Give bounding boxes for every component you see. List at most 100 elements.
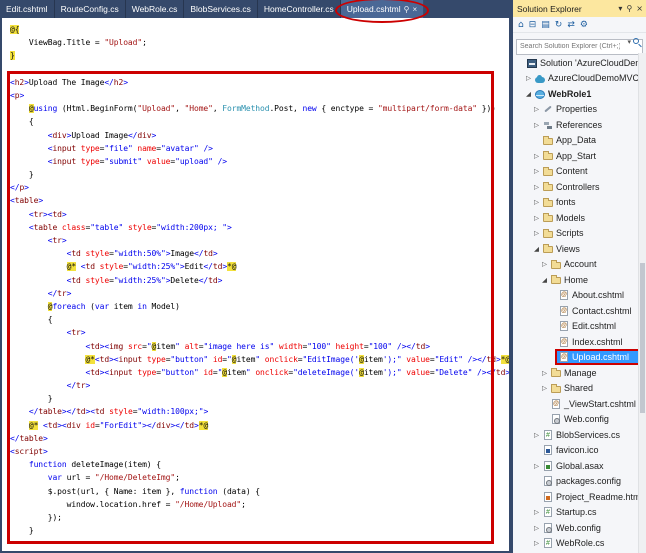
chevron-collapsed-icon[interactable]: ▷ [532,431,541,439]
chevron-collapsed-icon[interactable]: ▷ [532,462,541,470]
collapse-all-icon[interactable]: ⊟ [529,20,537,30]
chevron-collapsed-icon[interactable]: ▷ [532,539,541,547]
tree-item-manage[interactable]: ▷ Manage [513,365,638,381]
code-line: } [10,51,15,61]
pin-icon[interactable]: ⚲ [626,4,632,13]
code-line: } [10,394,53,404]
properties-gear-icon[interactable]: ⚙ [580,20,588,30]
tree-item-properties[interactable]: ▷ Properties [513,102,638,118]
scrollbar[interactable] [638,53,646,553]
tree-item-about-cshtml[interactable]: About.cshtml [513,288,638,304]
tab-homecontroller-cs[interactable]: HomeController.cs [258,0,341,18]
ico-file-icon [544,445,552,456]
chevron-collapsed-icon[interactable]: ▷ [532,167,541,175]
chevron-expanded-icon[interactable]: ◢ [524,90,533,98]
solution-explorer-panel: Solution Explorer ▾ ⚲ × ⌂ ⊟ ▤ ↻ ⇄ ⚙ ▾ Solutio… [513,0,646,553]
code-line: } [10,526,34,536]
chevron-collapsed-icon[interactable]: ▷ [532,508,541,516]
code-line: <td><img src="@item" alt="image here is"… [85,341,430,351]
tree-item-models[interactable]: ▷ Models [513,210,638,226]
code-line: @*<td><input type="button" id="@item" on… [10,353,509,366]
code-editor[interactable]: @{ ViewBag.Title = "Upload";} <h2>Upload… [2,18,509,551]
tree-item-account[interactable]: ▷ Account [513,257,638,273]
chevron-collapsed-icon[interactable]: ▷ [532,152,541,160]
chevron-collapsed-icon[interactable]: ▷ [540,384,549,392]
tree-item-app-data[interactable]: App_Data [513,133,638,149]
tree-item-index-cshtml[interactable]: Index.cshtml [513,334,638,350]
tab-label: RouteConfig.cs [60,4,119,14]
chevron-expanded-icon[interactable]: ◢ [540,276,549,284]
folder-icon [543,197,553,207]
tree-item-contact-cshtml[interactable]: Contact.cshtml [513,303,638,319]
chevron-collapsed-icon[interactable]: ▷ [532,105,541,113]
code-line: function deleteImage(item) { [28,460,161,470]
tree-item-scripts[interactable]: ▷ Scripts [513,226,638,242]
tree-item-solution-azureclouddemomvc-2[interactable]: Solution 'AzureCloudDemoMVC' (2 [513,55,638,71]
scrollbar-thumb[interactable] [640,263,645,413]
tree-item-web-config[interactable]: ▷ Web.config [513,520,638,536]
folder-icon [543,213,553,223]
tree-item-references[interactable]: ▷ References [513,117,638,133]
tree-item-fonts[interactable]: ▷ fonts [513,195,638,211]
tab-edit-cshtml[interactable]: Edit.cshtml [0,0,55,18]
chevron-collapsed-icon[interactable]: ▷ [524,74,533,82]
tree-item-startup-cs[interactable]: ▷ Startup.cs [513,505,638,521]
sync-with-active-document-icon[interactable]: ⇄ [567,20,575,30]
window-position-dropdown-icon[interactable]: ▾ [618,4,622,13]
search-dropdown-icon[interactable]: ▾ [627,38,631,46]
tree-item-favicon-ico[interactable]: favicon.ico [513,443,638,459]
home-icon[interactable]: ⌂ [518,20,524,30]
chevron-expanded-icon[interactable]: ◢ [532,245,541,253]
code-line: <input type="file" name="avatar" /> [47,143,213,153]
tree-item-webrole-cs[interactable]: ▷ WebRole.cs [513,536,638,552]
pin-icon[interactable]: ⚲ [404,5,410,14]
refresh-icon[interactable]: ↻ [555,20,563,30]
chevron-collapsed-icon[interactable]: ▷ [532,183,541,191]
tree-item-blobservices-cs[interactable]: ▷ BlobServices.cs [513,427,638,443]
tree-item-shared[interactable]: ▷ Shared [513,381,638,397]
tree-item-label: Home [564,274,589,285]
tree-item-home[interactable]: ◢ Home [513,272,638,288]
tab-label: BlobServices.cs [190,4,251,14]
tree-item-app-start[interactable]: ▷ App_Start [513,148,638,164]
tree-item-upload-cshtml[interactable]: Upload.cshtml [513,350,638,366]
tree-item-webrole1[interactable]: ◢ WebRole1 [513,86,638,102]
tree-item-label: WebRole.cs [556,538,605,549]
tab-routeconfig-cs[interactable]: RouteConfig.cs [55,0,126,18]
tree-item-controllers[interactable]: ▷ Controllers [513,179,638,195]
chevron-collapsed-icon[interactable]: ▷ [532,214,541,222]
tree-item-label: Shared [564,383,594,394]
tree-item-project-readme-html[interactable]: Project_Readme.html [513,489,638,505]
tab-upload-cshtml[interactable]: Upload.cshtml ⚲ × [334,0,430,23]
chevron-collapsed-icon[interactable]: ▷ [540,260,549,268]
folder-icon [543,135,553,145]
config-file-icon [552,414,560,425]
close-icon[interactable]: × [636,4,643,13]
razor-file-icon [560,305,568,316]
tree-item-views[interactable]: ◢ Views [513,241,638,257]
tree-item-label: Web.config [556,522,601,533]
chevron-collapsed-icon[interactable]: ▷ [532,229,541,237]
tree-item-label: Account [564,259,597,270]
references-icon [543,120,553,130]
code-line: <td style="width:50%">Image</td> [66,249,218,259]
tree-item-web-config[interactable]: Web.config [513,412,638,428]
tree-item-label: BlobServices.cs [556,429,621,440]
tree-item-global-asax[interactable]: ▷ Global.asax [513,458,638,474]
tab-webrole-cs[interactable]: WebRole.cs [126,0,185,18]
tree-item-edit-cshtml[interactable]: Edit.cshtml [513,319,638,335]
chevron-collapsed-icon[interactable]: ▷ [540,369,549,377]
razor-file-icon [560,321,568,332]
tree-item-packages-config[interactable]: packages.config [513,474,638,490]
folder-icon [543,151,553,161]
tree-item-content[interactable]: ▷ Content [513,164,638,180]
close-icon[interactable]: × [412,5,417,14]
tree-item-azureclouddemomvc[interactable]: ▷ AzureCloudDemoMVC [513,71,638,87]
code-line: <div>Upload Image</div> [47,130,157,140]
tree-item-viewstart-cshtml[interactable]: _ViewStart.cshtml [513,396,638,412]
chevron-collapsed-icon[interactable]: ▷ [532,121,541,129]
chevron-collapsed-icon[interactable]: ▷ [532,198,541,206]
tab-blobservices-cs[interactable]: BlobServices.cs [184,0,258,18]
show-all-files-icon[interactable]: ▤ [541,20,550,30]
chevron-collapsed-icon[interactable]: ▷ [532,524,541,532]
